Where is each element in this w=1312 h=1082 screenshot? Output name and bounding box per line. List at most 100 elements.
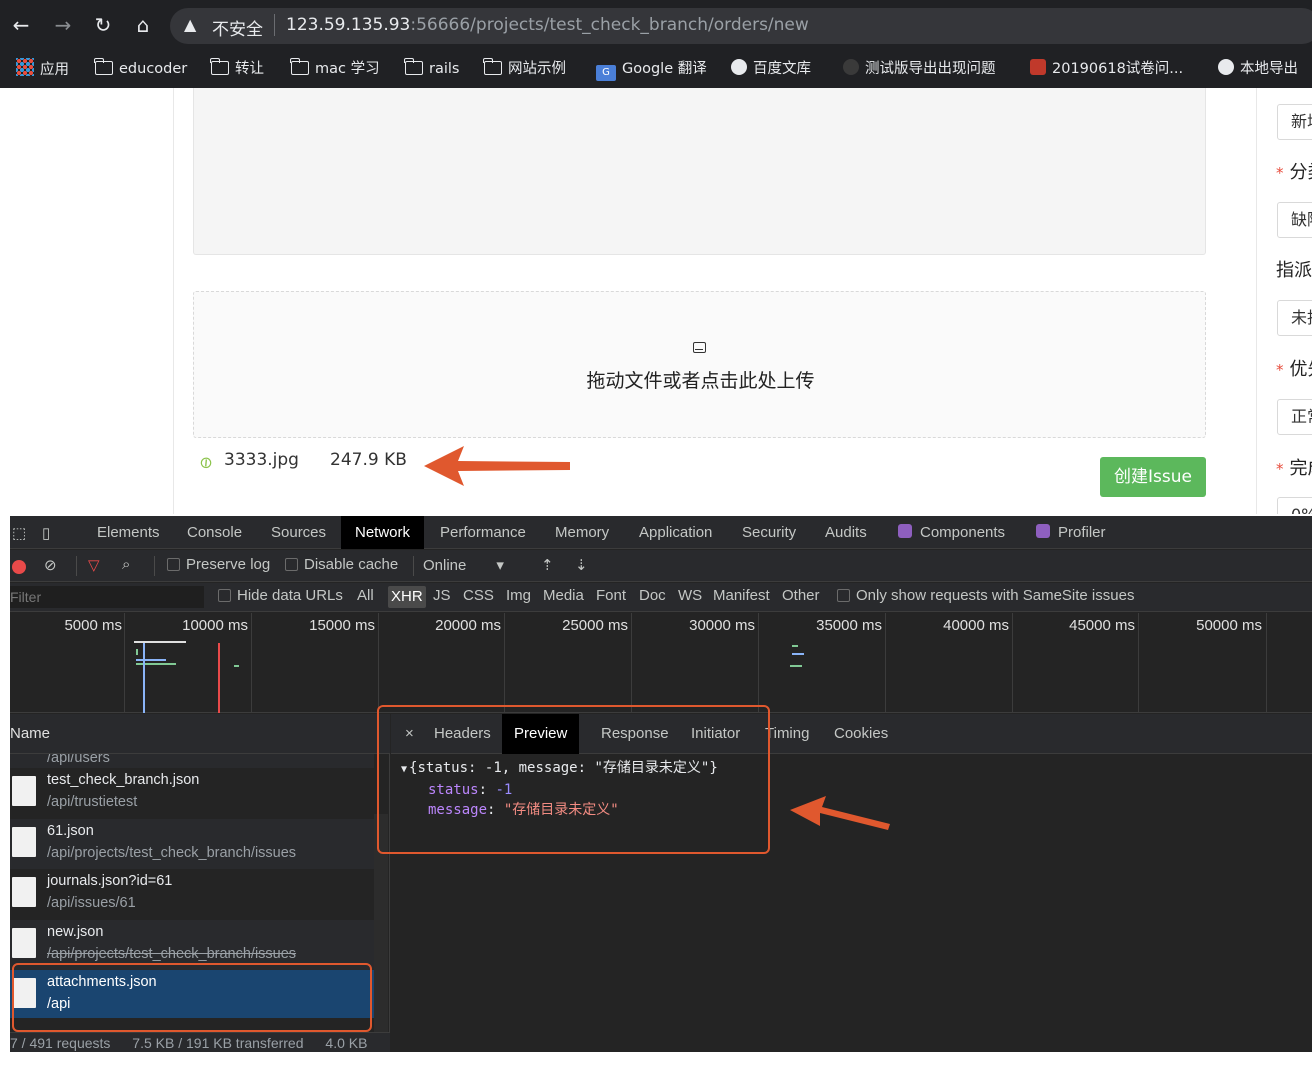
assignee-select[interactable]: 未指: [1277, 300, 1312, 336]
bookmark-educoder[interactable]: educoder: [94, 58, 188, 80]
timeline-overview[interactable]: 5000 ms 10000 ms 15000 ms 20000 ms 25000…: [10, 613, 1312, 713]
filter-type-all[interactable]: All: [357, 587, 374, 604]
forward-arrow-icon[interactable]: →: [50, 12, 76, 38]
devtools-tabbar: ⬚ ▯ Elements Console Sources Network Per…: [10, 516, 1312, 549]
category-select[interactable]: 缺陷: [1277, 202, 1312, 238]
new-branch-input[interactable]: 新增: [1277, 104, 1312, 140]
tick-line: [631, 613, 632, 713]
create-issue-button[interactable]: 创建Issue: [1100, 457, 1206, 497]
filter-type-ws[interactable]: WS: [678, 587, 702, 604]
file-icon: [12, 877, 36, 907]
throttling-select[interactable]: Online ▾: [423, 556, 504, 574]
filter-type-media[interactable]: Media: [543, 587, 584, 604]
description-textarea[interactable]: [193, 88, 1206, 255]
tick-line: [1266, 613, 1267, 713]
request-path: /api/projects/test_check_branch/issues: [47, 845, 297, 861]
filter-type-xhr[interactable]: XHR: [388, 586, 426, 608]
reload-icon[interactable]: ↻: [90, 12, 116, 38]
name-column-header[interactable]: Name: [10, 714, 390, 754]
toolbar-separator: [76, 556, 77, 576]
request-row[interactable]: test_check_branch.json /api/trustietest: [10, 768, 374, 818]
record-icon[interactable]: [12, 560, 26, 574]
tick-label: 25000 ms: [562, 617, 628, 634]
tab-profiler[interactable]: Profiler: [1022, 516, 1120, 549]
bookmark-transfer[interactable]: 转让: [210, 58, 264, 80]
back-arrow-icon[interactable]: ←: [8, 12, 34, 38]
checkbox-icon: [167, 558, 180, 571]
annotation-box-selected-request: [12, 963, 372, 1032]
waterfall-bar: [792, 653, 804, 655]
home-icon[interactable]: ⌂: [130, 12, 156, 38]
disable-cache-checkbox[interactable]: Disable cache: [285, 556, 398, 573]
waterfall-bar: [136, 663, 176, 665]
filter-type-img[interactable]: Img: [506, 587, 531, 604]
bookmark-mac[interactable]: mac 学习: [290, 58, 380, 80]
filter-type-js[interactable]: JS: [433, 587, 451, 604]
bookmark-baidu-wenku[interactable]: 百度文库: [731, 58, 811, 80]
url-text: 123.59.135.93:56666/projects/test_check_…: [286, 15, 809, 35]
react-icon: [1036, 524, 1050, 538]
preserve-log-checkbox[interactable]: Preserve log: [167, 556, 270, 573]
samesite-checkbox[interactable]: Only show requests with SameSite issues: [837, 587, 1134, 604]
filter-type-manifest[interactable]: Manifest: [713, 587, 770, 604]
bookmark-rails[interactable]: rails: [404, 58, 459, 80]
filter-icon[interactable]: ▽: [88, 556, 100, 574]
bookmark-export-issue[interactable]: 测试版导出出现问题: [843, 58, 996, 80]
category-label-text: 分类: [1289, 162, 1312, 183]
done-ratio-select[interactable]: 0%: [1277, 497, 1312, 514]
tab-memory[interactable]: Memory: [541, 516, 623, 549]
filter-type-doc[interactable]: Doc: [639, 587, 666, 604]
tab-sources[interactable]: Sources: [257, 516, 340, 549]
tab-components[interactable]: Components: [884, 516, 1019, 549]
tick-line: [504, 613, 505, 713]
tab-audits[interactable]: Audits: [811, 516, 881, 549]
bookmark-sites[interactable]: 网站示例: [483, 58, 566, 80]
tab-performance[interactable]: Performance: [426, 516, 540, 549]
address-bar[interactable]: ▲ 不安全 123.59.135.93:56666/projects/test_…: [170, 8, 1312, 44]
request-row[interactable]: journals.json?id=61 /api/issues/61: [10, 869, 374, 919]
filter-type-other[interactable]: Other: [782, 587, 820, 604]
tab-application[interactable]: Application: [625, 516, 726, 549]
priority-select[interactable]: 正常: [1277, 399, 1312, 435]
request-count: 7 / 491 requests: [10, 1035, 111, 1051]
export-har-icon[interactable]: ⇣: [575, 556, 588, 574]
filter-type-css[interactable]: CSS: [463, 587, 494, 604]
upload-dropzone[interactable]: 拖动文件或者点击此处上传: [193, 291, 1206, 438]
tab-security[interactable]: Security: [728, 516, 810, 549]
folder-icon: [290, 58, 309, 75]
filter-type-font[interactable]: Font: [596, 587, 626, 604]
hide-data-urls-checkbox[interactable]: Hide data URLs: [218, 587, 343, 604]
tab-console[interactable]: Console: [173, 516, 256, 549]
tab-elements[interactable]: Elements: [83, 516, 174, 549]
tick-label: 20000 ms: [435, 617, 501, 634]
bookmark-label: 转让: [235, 61, 264, 77]
search-icon[interactable]: ⌕: [122, 556, 130, 573]
folder-icon: [483, 58, 502, 75]
tab-network[interactable]: Network: [341, 516, 425, 549]
resources-size: 4.0 KB: [325, 1035, 368, 1051]
import-har-icon[interactable]: ⇡: [541, 556, 554, 574]
bookmark-apps[interactable]: 应用: [16, 58, 69, 80]
annotation-box-preview: [377, 705, 770, 854]
clear-icon[interactable]: ⊘: [44, 556, 57, 574]
bookmark-label: educoder: [119, 61, 188, 77]
bookmark-google-translate[interactable]: G Google 翻译: [596, 58, 707, 81]
bookmark-exam[interactable]: 20190618试卷问...: [1030, 58, 1183, 80]
request-row[interactable]: /api/users: [10, 754, 374, 768]
device-toolbar-icon[interactable]: ▯: [42, 524, 50, 542]
preserve-log-label: Preserve log: [186, 556, 271, 573]
filter-input[interactable]: Filter: [10, 586, 204, 608]
bookmark-label: 应用: [40, 62, 69, 78]
checkbox-icon: [285, 558, 298, 571]
hide-data-urls-label: Hide data URLs: [237, 587, 343, 604]
request-row[interactable]: 61.json /api/projects/test_check_branch/…: [10, 819, 374, 869]
tab-cookies[interactable]: Cookies: [822, 714, 900, 754]
browser-chrome: ← → ↻ ⌂ ▲ 不安全 123.59.135.93:56666/projec…: [0, 0, 1312, 88]
bookmark-label: mac 学习: [315, 61, 380, 77]
tick-label: 15000 ms: [309, 617, 375, 634]
dropzone-text: 拖动文件或者点击此处上传: [586, 370, 815, 392]
bookmark-local-export[interactable]: 本地导出: [1218, 58, 1298, 80]
inspect-element-icon[interactable]: ⬚: [12, 524, 26, 542]
filter-bar: Filter Hide data URLs All XHR JS CSS Img…: [10, 583, 1312, 612]
tick-line: [251, 613, 252, 713]
